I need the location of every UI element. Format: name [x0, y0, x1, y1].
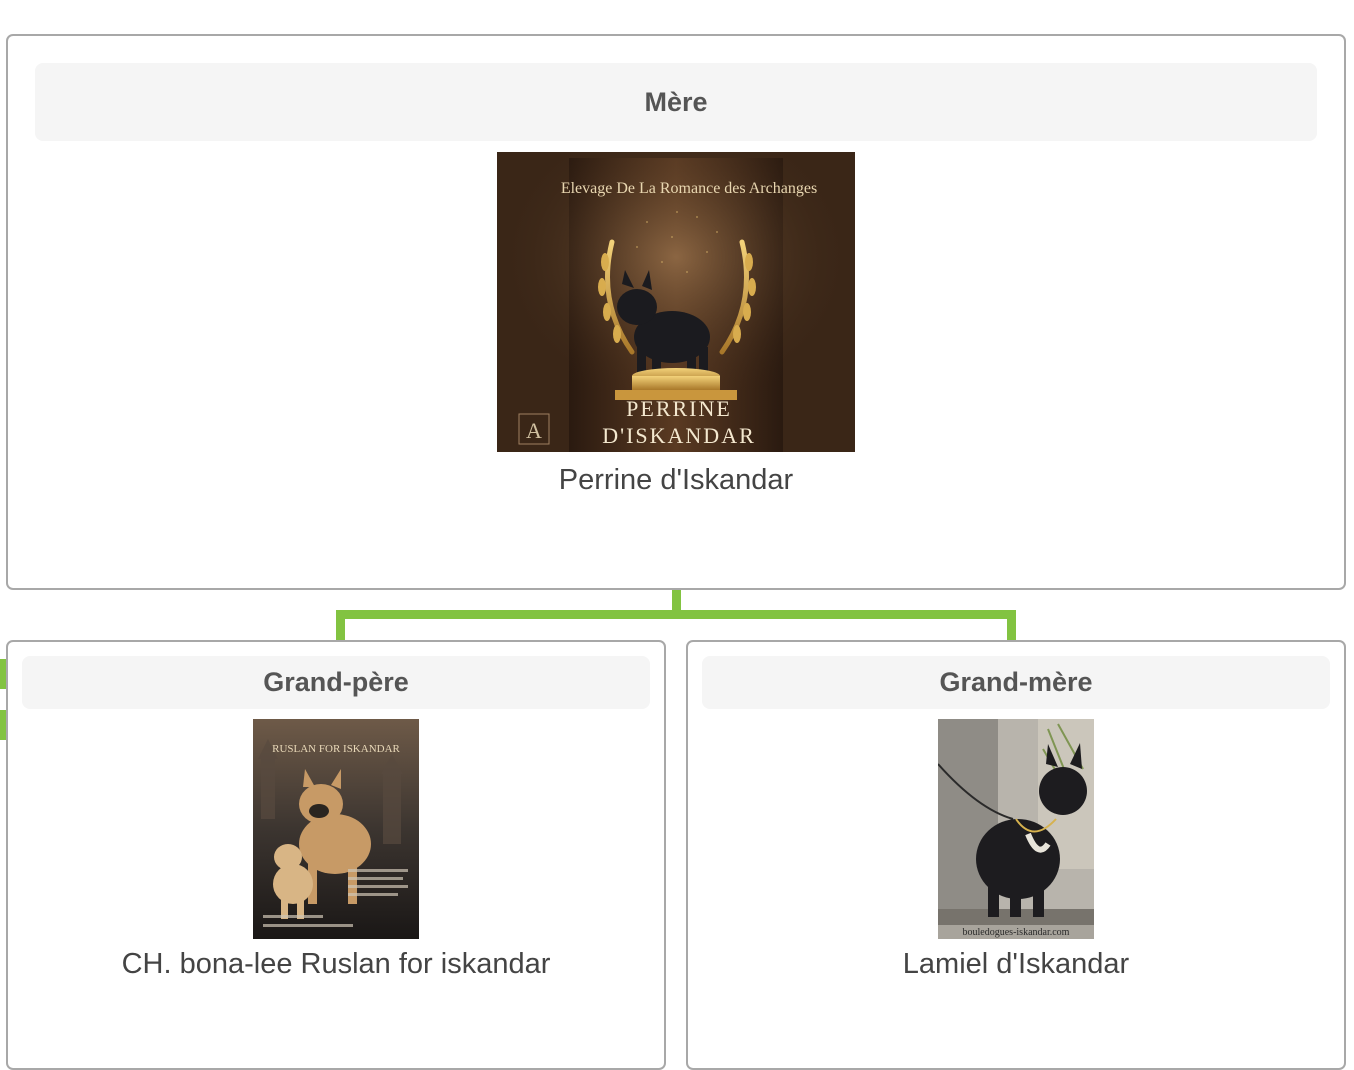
black-bulldog-image: bouledogues-iskandar.com [938, 719, 1094, 939]
connector-right-drop [1007, 610, 1016, 642]
mother-name[interactable]: Perrine d'Iskandar [8, 464, 1344, 497]
mother-header: Mère [35, 63, 1317, 141]
mother-photo-monogram: A [526, 418, 542, 443]
connector-left-drop [336, 610, 345, 642]
grandfather-name[interactable]: CH. bona-lee Ruslan for iskandar [8, 948, 664, 981]
connector-horizontal [336, 610, 1016, 619]
mother-photo[interactable]: Elevage De La Romance des Archanges PERR… [497, 152, 855, 452]
grandmother-card: Grand-mère bouledogues-iskandar.com Lami… [686, 640, 1346, 1070]
grandmother-name[interactable]: Lamiel d'Iskandar [688, 948, 1344, 981]
grandfather-photo[interactable]: RUSLAN FOR ISKANDAR [253, 719, 419, 939]
mother-photo-plaque-line2: D'ISKANDAR [602, 423, 756, 448]
mother-photo-plaque-line1: PERRINE [626, 396, 732, 421]
grandmother-photo-watermark: bouledogues-iskandar.com [963, 927, 1070, 938]
fawn-bulldog-image: RUSLAN FOR ISKANDAR [253, 719, 419, 939]
grandmother-photo[interactable]: bouledogues-iskandar.com [938, 719, 1094, 939]
grandfather-card: Grand-père RUSLAN FOR ISKANDAR CH. bona-… [6, 640, 666, 1070]
grandfather-photo-caption: RUSLAN FOR ISKANDAR [272, 743, 400, 755]
mother-photo-banner: Elevage De La Romance des Archanges [561, 180, 817, 197]
bulldog-trophy-image: Elevage De La Romance des Archanges PERR… [497, 152, 855, 452]
mother-card: Mère Elevage De La Romance des Archanges… [6, 34, 1346, 590]
grandmother-header: Grand-mère [702, 656, 1330, 709]
grandfather-header: Grand-père [22, 656, 650, 709]
